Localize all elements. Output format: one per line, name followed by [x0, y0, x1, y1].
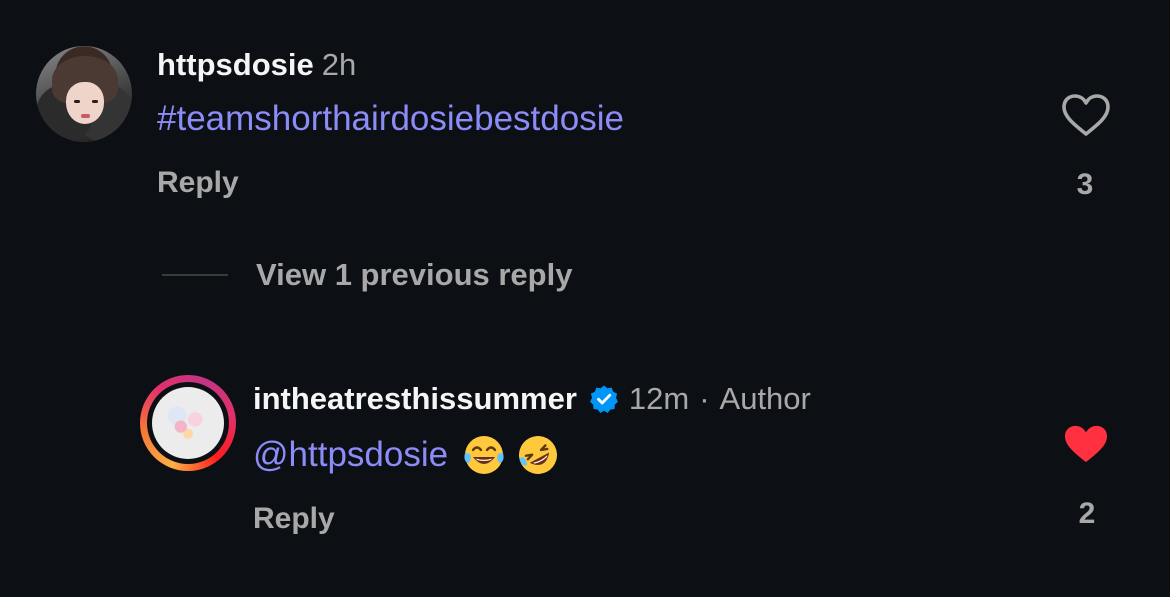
reply-button[interactable]: Reply — [157, 166, 239, 200]
avatar-lip — [81, 114, 90, 118]
avatar-eye — [92, 100, 98, 103]
username[interactable]: intheatresthissummer — [253, 380, 577, 418]
heart-filled-icon[interactable] — [1062, 423, 1110, 465]
comment-text: @httpsdosie — [253, 433, 560, 477]
hashtag-link[interactable]: #teamshorthairdosiebestdosie — [157, 98, 624, 140]
timestamp: 2h — [321, 47, 357, 82]
like-count: 3 — [1076, 168, 1094, 201]
rolling-on-the-floor-laughing-icon — [519, 436, 558, 474]
face-with-tears-of-joy-icon — [464, 436, 504, 474]
reply-button[interactable]: Reply — [253, 502, 335, 536]
heart-outline-icon[interactable] — [1061, 93, 1111, 137]
comments-thread: httpsdosie 2h #teamshorthairdosiebestdosi… — [0, 0, 1170, 597]
avatar[interactable] — [36, 46, 132, 142]
timestamp: 12m — [628, 381, 690, 416]
avatar[interactable] — [152, 387, 224, 459]
comment-header: intheatresthissummer 12m · Author — [253, 380, 811, 418]
author-label: Author — [719, 381, 811, 416]
view-previous-replies-button[interactable]: View 1 previous reply — [256, 257, 572, 293]
avatar-eye — [74, 100, 80, 103]
divider-line — [162, 274, 228, 276]
username[interactable]: httpsdosie — [157, 47, 314, 82]
verified-badge-icon — [589, 385, 618, 413]
separator-dot: · — [699, 381, 710, 416]
like-count: 2 — [1078, 497, 1096, 530]
comment-header: httpsdosie 2h — [157, 46, 356, 84]
mention-link[interactable]: @httpsdosie — [253, 434, 448, 476]
